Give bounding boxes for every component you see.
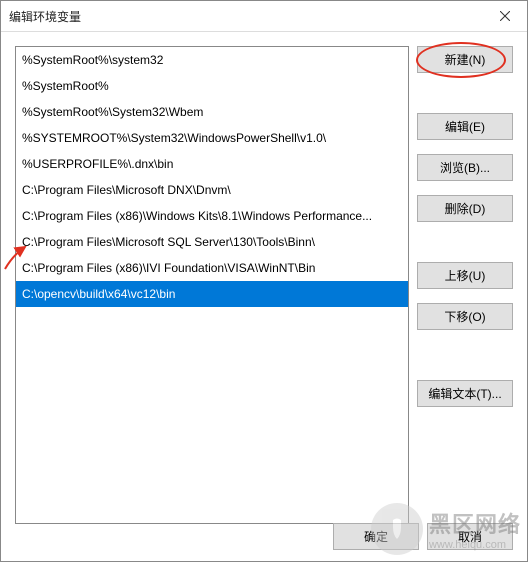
list-item[interactable]: C:\opencv\build\x64\vc12\bin: [16, 281, 408, 307]
cancel-button[interactable]: 取消: [427, 523, 513, 550]
list-item[interactable]: C:\Program Files\Microsoft SQL Server\13…: [16, 229, 408, 255]
move-down-button[interactable]: 下移(O): [417, 303, 513, 330]
list-item[interactable]: %USERPROFILE%\.dnx\bin: [16, 151, 408, 177]
button-column: 新建(N) 编辑(E) 浏览(B)... 删除(D) 上移(U) 下移(O) 编…: [417, 46, 513, 497]
window-title: 编辑环境变量: [9, 8, 81, 25]
list-item[interactable]: C:\Program Files (x86)\IVI Foundation\VI…: [16, 255, 408, 281]
list-item[interactable]: C:\Program Files (x86)\Windows Kits\8.1\…: [16, 203, 408, 229]
edit-text-button[interactable]: 编辑文本(T)...: [417, 380, 513, 407]
close-button[interactable]: [482, 1, 527, 31]
list-item[interactable]: %SYSTEMROOT%\System32\WindowsPowerShell\…: [16, 125, 408, 151]
browse-button[interactable]: 浏览(B)...: [417, 154, 513, 181]
list-item[interactable]: %SystemRoot%\system32: [16, 47, 408, 73]
list-item[interactable]: C:\Program Files\Microsoft DNX\Dnvm\: [16, 177, 408, 203]
path-listbox[interactable]: %SystemRoot%\system32%SystemRoot%%System…: [15, 46, 409, 524]
edit-button[interactable]: 编辑(E): [417, 113, 513, 140]
titlebar: 编辑环境变量: [1, 1, 527, 32]
list-item[interactable]: %SystemRoot%: [16, 73, 408, 99]
close-icon: [500, 11, 510, 21]
ok-button[interactable]: 确定: [333, 523, 419, 550]
new-button[interactable]: 新建(N): [417, 46, 513, 73]
dialog-button-bar: 确定 取消: [1, 511, 527, 561]
move-up-button[interactable]: 上移(U): [417, 262, 513, 289]
content-area: %SystemRoot%\system32%SystemRoot%%System…: [1, 32, 527, 511]
delete-button[interactable]: 删除(D): [417, 195, 513, 222]
list-item[interactable]: %SystemRoot%\System32\Wbem: [16, 99, 408, 125]
